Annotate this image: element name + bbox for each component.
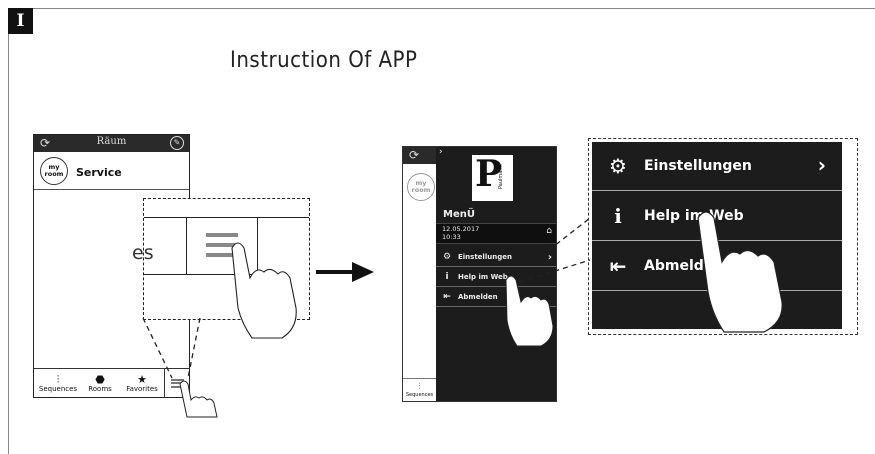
pointing-hand-icon xyxy=(697,211,783,333)
pointing-hand-icon xyxy=(179,380,218,418)
connector-overlay xyxy=(142,211,783,418)
pointing-hand-icon xyxy=(505,275,554,347)
pointing-hand-icon xyxy=(231,242,297,339)
